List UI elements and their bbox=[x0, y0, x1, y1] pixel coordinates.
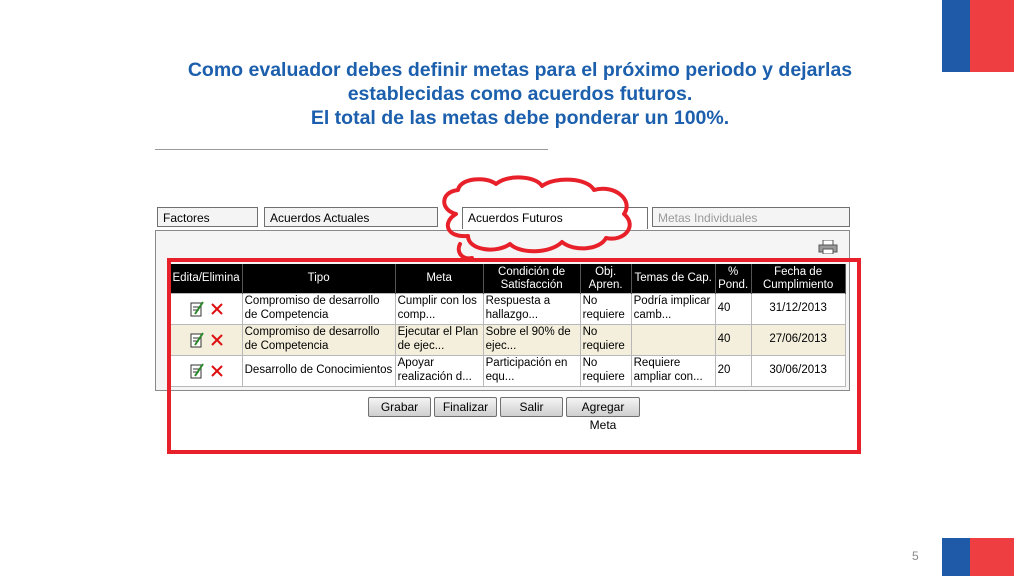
cell-temas bbox=[630, 324, 716, 356]
tab-factores[interactable]: Factores bbox=[157, 207, 258, 227]
title-line-3: El total de las metas debe ponderar un 1… bbox=[310, 107, 730, 129]
row-actions bbox=[170, 293, 243, 325]
cell-meta: Cumplir con los comp... bbox=[394, 293, 484, 325]
goals-table: Edita/Elimina Tipo Meta Condición de Sat… bbox=[170, 264, 846, 387]
cell-obj: No requiere bbox=[579, 324, 632, 356]
cell-temas: Requiere ampliar con... bbox=[630, 355, 716, 387]
flag-decoration-bottom bbox=[942, 538, 1014, 576]
cell-meta: Apoyar realización d... bbox=[394, 355, 484, 387]
col-header-fecha: Fecha de Cumplimiento bbox=[751, 264, 846, 294]
flag-decoration-top bbox=[942, 0, 1014, 72]
tab-metas-individuales[interactable]: Metas Individuales bbox=[652, 207, 850, 227]
divider-line bbox=[155, 149, 548, 150]
cell-fecha: 31/12/2013 bbox=[750, 293, 846, 325]
table-row: Compromiso de desarrollo de Competencia … bbox=[170, 324, 846, 356]
cell-meta: Ejecutar el Plan de ejec... bbox=[394, 324, 484, 356]
col-header-obj: Obj. Apren. bbox=[580, 264, 632, 294]
cell-condicion: Participación en equ... bbox=[482, 355, 581, 387]
cell-fecha: 30/06/2013 bbox=[750, 355, 846, 387]
tab-acuerdos-actuales[interactable]: Acuerdos Actuales bbox=[264, 207, 438, 227]
cell-tipo: Desarrollo de Conocimientos bbox=[241, 355, 396, 387]
col-header-pond: % Pond. bbox=[715, 264, 752, 294]
title-line-1: Como evaluador debes definir metas para … bbox=[187, 59, 853, 81]
tab-acuerdos-futuros[interactable]: Acuerdos Futuros bbox=[462, 207, 648, 229]
col-header-tipo: Tipo bbox=[242, 264, 396, 294]
col-header-edita: Edita/Elimina bbox=[170, 264, 243, 294]
cell-obj: No requiere bbox=[579, 293, 632, 325]
edit-icon[interactable] bbox=[190, 301, 204, 317]
agregar-meta-button[interactable]: Agregar Meta bbox=[566, 397, 640, 432]
delete-icon[interactable] bbox=[211, 365, 223, 377]
cell-temas: Podría implicar camb... bbox=[630, 293, 716, 325]
col-header-meta: Meta bbox=[395, 264, 484, 294]
col-header-temas: Temas de Cap. bbox=[631, 264, 716, 294]
cell-obj: No requiere bbox=[579, 355, 632, 387]
cell-pond: 40 bbox=[714, 293, 752, 325]
finalizar-button[interactable]: Finalizar bbox=[434, 397, 497, 417]
delete-icon[interactable] bbox=[211, 303, 223, 315]
col-header-condicion: Condición de Satisfacción bbox=[483, 264, 581, 294]
grabar-button[interactable]: Grabar bbox=[368, 397, 431, 417]
page-number: 5 bbox=[912, 549, 919, 563]
cell-tipo: Compromiso de desarrollo de Competencia bbox=[241, 324, 396, 356]
cell-tipo: Compromiso de desarrollo de Competencia bbox=[241, 293, 396, 325]
printer-icon[interactable] bbox=[818, 240, 838, 254]
salir-button[interactable]: Salir bbox=[500, 397, 563, 417]
cell-condicion: Respuesta a hallazgo... bbox=[482, 293, 581, 325]
title-line-2: establecidas como acuerdos futuros. bbox=[347, 83, 693, 105]
cell-pond: 20 bbox=[714, 355, 752, 387]
cell-pond: 40 bbox=[714, 324, 752, 356]
row-actions bbox=[170, 324, 243, 356]
table-row: Desarrollo de Conocimientos Apoyar reali… bbox=[170, 355, 846, 387]
delete-icon[interactable] bbox=[211, 334, 223, 346]
table-header-row: Edita/Elimina Tipo Meta Condición de Sat… bbox=[170, 264, 846, 294]
row-actions bbox=[170, 355, 243, 387]
slide-title: Como evaluador debes definir metas para … bbox=[100, 58, 940, 130]
edit-icon[interactable] bbox=[190, 332, 204, 348]
edit-icon[interactable] bbox=[190, 363, 204, 379]
cell-fecha: 27/06/2013 bbox=[750, 324, 846, 356]
cell-condicion: Sobre el 90% de ejec... bbox=[482, 324, 581, 356]
table-row: Compromiso de desarrollo de Competencia … bbox=[170, 293, 846, 325]
